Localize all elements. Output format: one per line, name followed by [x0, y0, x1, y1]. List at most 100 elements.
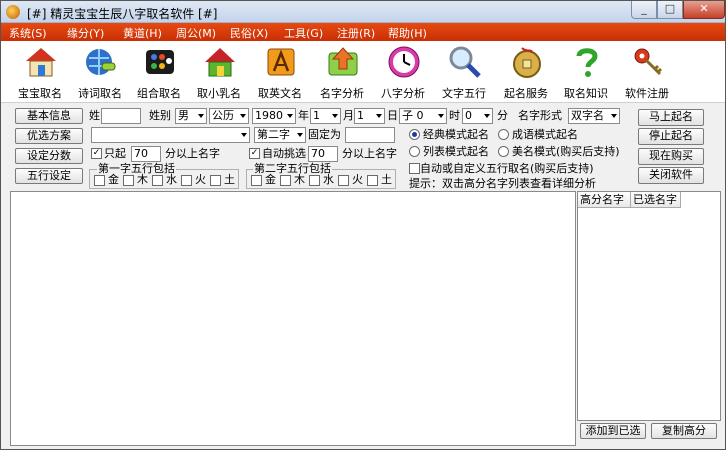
hour-select[interactable]: 子 0: [399, 108, 447, 124]
tool-poem-name[interactable]: 诗词取名: [71, 43, 129, 101]
wuxing-setting-button[interactable]: 五行设定: [15, 168, 83, 184]
second-water-checkbox[interactable]: [309, 175, 320, 186]
name-form-select[interactable]: 双字名: [568, 108, 620, 124]
name-form-label: 名字形式: [518, 109, 562, 122]
chevron-down-icon: [240, 114, 246, 118]
surname-label: 姓: [89, 109, 100, 122]
gender-select[interactable]: 男: [175, 108, 207, 124]
tool-label: 软件注册: [625, 87, 669, 100]
second-earth-label: 土: [381, 173, 392, 186]
tool-name-analysis[interactable]: 名字分析: [313, 43, 371, 101]
month-select[interactable]: 1: [310, 108, 341, 124]
list-mode-radio[interactable]: [409, 146, 420, 157]
beauty-mode-label: 美名模式(购买后支持): [512, 145, 620, 158]
second-metal-label: 金: [265, 173, 276, 186]
char-position-select[interactable]: 第二字: [254, 127, 306, 143]
only-checkbox[interactable]: ✓: [91, 148, 102, 159]
tool-nickname[interactable]: 取小乳名: [190, 43, 248, 101]
second-earth-checkbox[interactable]: [367, 175, 378, 186]
menu-folk[interactable]: 民俗(X): [230, 25, 268, 41]
tool-baby-name[interactable]: 宝宝取名: [11, 43, 69, 101]
results-pane[interactable]: [10, 191, 576, 446]
surname-input[interactable]: [101, 108, 141, 124]
year-select[interactable]: 1980: [252, 108, 296, 124]
gender-value: 男: [178, 109, 189, 122]
classic-mode-radio[interactable]: [409, 129, 420, 140]
app-icon[interactable]: [6, 5, 20, 19]
tool-naming-service[interactable]: 起名服务: [497, 43, 555, 101]
minimize-button[interactable]: _: [631, 1, 657, 19]
set-score-button[interactable]: 设定分数: [15, 148, 83, 164]
tool-combo-name[interactable]: 组合取名: [130, 43, 188, 101]
menu-system[interactable]: 系统(S): [9, 25, 47, 41]
hour-label: 时: [449, 109, 460, 122]
auto-pick-checkbox[interactable]: ✓: [249, 148, 260, 159]
copy-high-score-button[interactable]: 复制高分: [651, 423, 717, 439]
tool-label: 组合取名: [137, 87, 181, 100]
minute-select[interactable]: 0: [462, 108, 493, 124]
tool-naming-knowledge[interactable]: 取名知识: [557, 43, 615, 101]
auto-score-input[interactable]: 70: [308, 146, 338, 162]
close-software-button[interactable]: 关闭软件: [638, 167, 704, 184]
tab-high-score-names[interactable]: 高分名字: [578, 192, 631, 208]
second-water-label: 水: [323, 173, 334, 186]
start-naming-button[interactable]: 马上起名: [638, 109, 704, 126]
first-wood-checkbox[interactable]: [123, 175, 134, 186]
tool-english-name[interactable]: 取英文名: [251, 43, 309, 101]
second-fire-checkbox[interactable]: [338, 175, 349, 186]
menu-huangdao[interactable]: 黄道(H): [123, 25, 162, 41]
tool-char-wuxing[interactable]: 文字五行: [435, 43, 493, 101]
maximize-button[interactable]: □: [657, 1, 683, 19]
magnifier-icon: [449, 46, 481, 78]
buy-now-button[interactable]: 现在购买: [638, 148, 704, 165]
first-metal-label: 金: [108, 173, 119, 186]
basic-info-button[interactable]: 基本信息: [15, 108, 83, 124]
blocks-icon: [146, 50, 174, 74]
second-metal-checkbox[interactable]: [251, 175, 262, 186]
menu-zhougong[interactable]: 周公(M): [176, 25, 216, 41]
names-list-pane[interactable]: 高分名字 已选名字: [577, 191, 721, 421]
question-icon: [576, 48, 598, 77]
clock-icon: [388, 46, 420, 78]
tool-label: 八字分析: [381, 87, 425, 100]
beauty-mode-radio[interactable]: [498, 146, 509, 157]
add-to-selected-button[interactable]: 添加到已选: [580, 423, 646, 439]
best-plan-button[interactable]: 优选方案: [15, 128, 83, 144]
year-label: 年: [298, 109, 309, 122]
first-wood-label: 木: [137, 173, 148, 186]
only-score-input[interactable]: 70: [131, 146, 161, 162]
close-button[interactable]: ✕: [683, 1, 725, 19]
second-wood-label: 木: [294, 173, 305, 186]
custom-wuxing-checkbox[interactable]: [409, 163, 420, 174]
day-select[interactable]: 1: [354, 108, 385, 124]
minute-label: 分: [497, 109, 508, 122]
idiom-mode-radio[interactable]: [498, 129, 509, 140]
menu-tools[interactable]: 工具(G): [284, 25, 323, 41]
toolbar: 宝宝取名 诗词取名 组合取名 取小乳名 取英文名 名字分析 八字分析 文字五行 …: [1, 41, 725, 103]
tool-bazi-analysis[interactable]: 八字分析: [374, 43, 432, 101]
first-water-label: 水: [166, 173, 177, 186]
second-wood-checkbox[interactable]: [280, 175, 291, 186]
tab-selected-names[interactable]: 已选名字: [631, 192, 681, 208]
only-label: 只起: [104, 147, 126, 160]
plan-select[interactable]: [91, 127, 250, 143]
first-fire-checkbox[interactable]: [181, 175, 192, 186]
window-title: [#] 精灵宝宝生辰八字取名软件 [#]: [27, 7, 218, 21]
custom-wuxing-label: 自动或自定义五行取名(购买后支持): [420, 162, 594, 175]
arrow-up-icon: [328, 47, 358, 76]
menu-help[interactable]: 帮助(H): [388, 25, 427, 41]
tool-software-register[interactable]: 软件注册: [618, 43, 676, 101]
first-water-checkbox[interactable]: [152, 175, 163, 186]
first-earth-checkbox[interactable]: [210, 175, 221, 186]
menu-register[interactable]: 注册(R): [337, 25, 375, 41]
calendar-select[interactable]: 公历: [209, 108, 249, 124]
fixed-char-input[interactable]: [345, 127, 395, 143]
first-metal-checkbox[interactable]: [94, 175, 105, 186]
menu-fate[interactable]: 缘分(Y): [67, 25, 104, 41]
chevron-down-icon: [241, 133, 247, 137]
stop-naming-button[interactable]: 停止起名: [638, 128, 704, 145]
globe-link-icon: [86, 49, 116, 75]
house-icon: [26, 48, 56, 77]
second-fire-label: 火: [352, 173, 363, 186]
year-value: 1980: [255, 109, 283, 122]
